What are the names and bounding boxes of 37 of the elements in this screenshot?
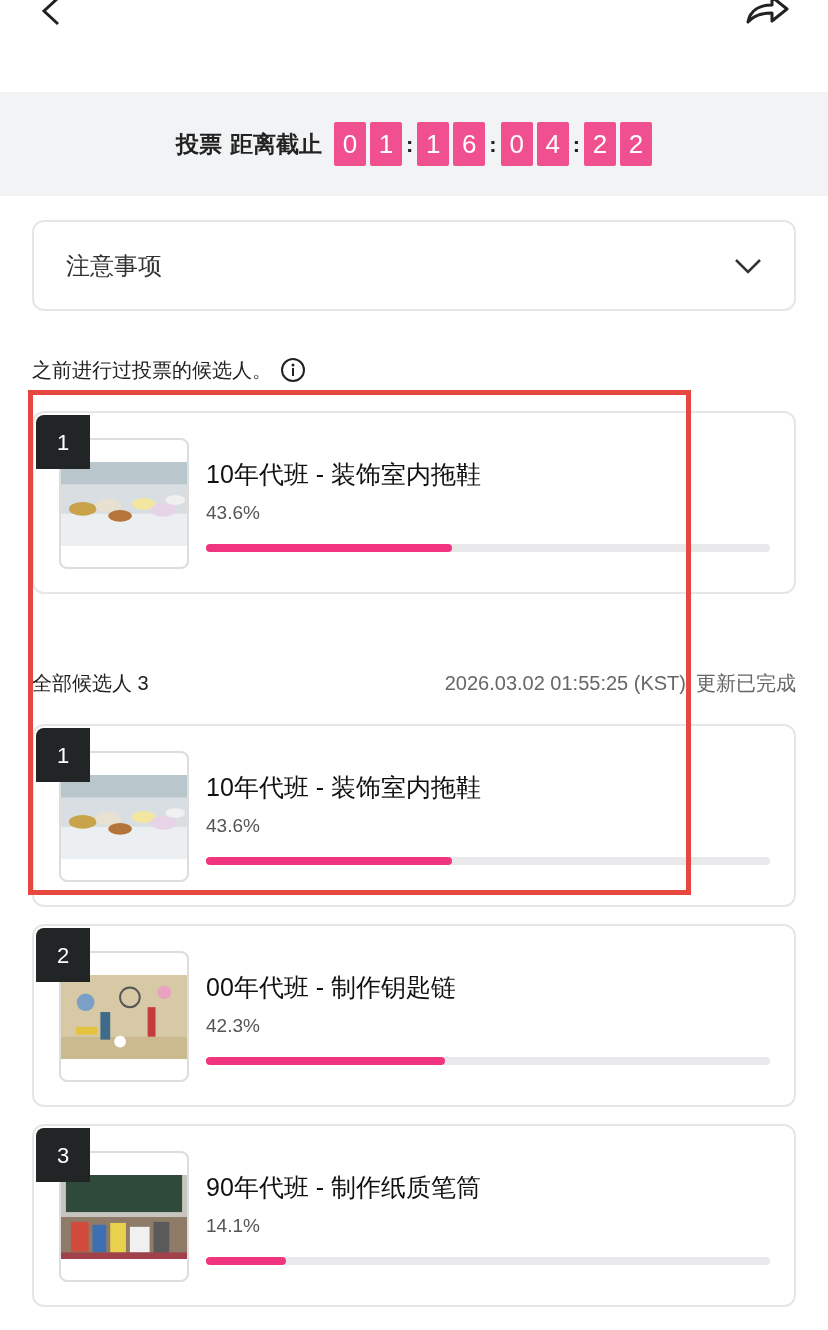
- countdown-digit: 0: [334, 122, 366, 166]
- countdown-digit: 4: [536, 122, 569, 166]
- vote-percent: 42.3%: [206, 1014, 261, 1038]
- countdown-digit: 2: [620, 122, 652, 166]
- section-title: 全部候选人 3: [32, 671, 149, 696]
- candidate-title: 10年代班 - 装饰室内拖鞋: [206, 772, 483, 803]
- notice-title: 注意事项: [66, 250, 162, 281]
- info-icon[interactable]: [280, 357, 306, 383]
- countdown-digit: 1: [370, 122, 402, 166]
- candidate-card[interactable]: 3 90年代班 - 制作纸质笔筒 14.1%: [32, 1124, 796, 1307]
- candidate-card[interactable]: 1 10年代班 - 装饰室内拖鞋 43.6%: [32, 411, 796, 594]
- deadline-label: 投票 距离截止: [176, 129, 322, 159]
- candidate-card[interactable]: 1 10年代班 - 装饰室内拖鞋 43.6%: [32, 724, 796, 907]
- countdown-digit: 2: [584, 122, 616, 166]
- chevron-icon[interactable]: [734, 257, 762, 274]
- section-title: 之前进行过投票的候选人。: [32, 358, 272, 383]
- rank-badge: 1: [36, 415, 90, 469]
- vote-percent: 43.6%: [206, 501, 261, 525]
- vote-percent: 43.6%: [206, 814, 261, 838]
- update-status: 更新已完成: [696, 671, 796, 696]
- countdown-digit: 1: [417, 122, 450, 166]
- candidate-title: 10年代班 - 装饰室内拖鞋: [206, 459, 483, 490]
- rank-badge: 3: [36, 1128, 90, 1182]
- time-separator: :: [572, 130, 580, 159]
- time-separator: :: [489, 130, 497, 159]
- countdown-digit: 0: [500, 122, 533, 166]
- rank-badge: 1: [36, 728, 90, 782]
- candidate-title: 90年代班 - 制作纸质笔筒: [206, 1172, 483, 1203]
- candidate-title: 00年代班 - 制作钥匙链: [206, 972, 458, 1003]
- notice-accordion[interactable]: 注意事项: [32, 220, 796, 311]
- update-timestamp: 2026.03.02 01:55:25 (KST): [444, 671, 686, 696]
- countdown-digit: 6: [453, 122, 486, 166]
- time-separator: :: [406, 130, 414, 159]
- vote-percent: 14.1%: [206, 1214, 261, 1238]
- share-icon[interactable]: [744, 0, 790, 24]
- rank-badge: 2: [36, 928, 90, 982]
- candidate-card[interactable]: 2 00年代班 - 制作钥匙链 42.3%: [32, 924, 796, 1107]
